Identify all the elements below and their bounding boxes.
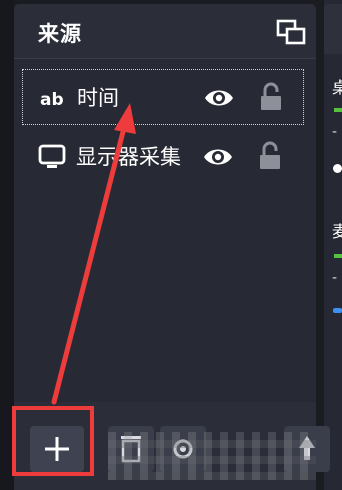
volume-slider-handle[interactable] (333, 164, 342, 173)
annotation-highlight-box (12, 406, 94, 476)
svg-text:ab: ab (40, 90, 64, 110)
source-item-label: 显示器采集 (76, 145, 181, 169)
unlocked-padlock-icon[interactable] (259, 82, 283, 112)
mixer-db-label: - (332, 124, 338, 140)
audio-mixer-panel-edge: 桌 - 麦 - (324, 0, 342, 490)
unlocked-padlock-icon[interactable] (258, 141, 282, 171)
obs-window: 来源 ab 时间 显示器采集 桌 - 麦 - (0, 0, 342, 490)
visibility-eye-icon[interactable] (202, 145, 234, 169)
sources-panel-header: 来源 (14, 4, 316, 59)
audio-mixer-header (324, 4, 342, 54)
source-item-display-capture[interactable]: 显示器采集 (22, 129, 304, 185)
monitor-icon (38, 144, 66, 170)
text-gdi-icon: ab (39, 85, 67, 111)
sources-panel-title: 来源 (38, 22, 82, 46)
mixer-channel-label: 麦 (332, 222, 342, 241)
mixer-channel-label: 桌 (332, 78, 342, 97)
source-item-time[interactable]: ab 时间 (22, 69, 304, 125)
undock-panel-icon[interactable] (276, 18, 306, 48)
mixer-db-label: - (332, 270, 338, 286)
source-item-label: 时间 (77, 86, 119, 110)
volume-slider-fill[interactable] (333, 308, 342, 313)
pixelated-redaction (108, 432, 316, 480)
sources-list[interactable]: ab 时间 显示器采集 (14, 59, 316, 404)
volume-meter (334, 254, 342, 258)
volume-meter (334, 108, 342, 112)
visibility-eye-icon[interactable] (203, 86, 235, 110)
